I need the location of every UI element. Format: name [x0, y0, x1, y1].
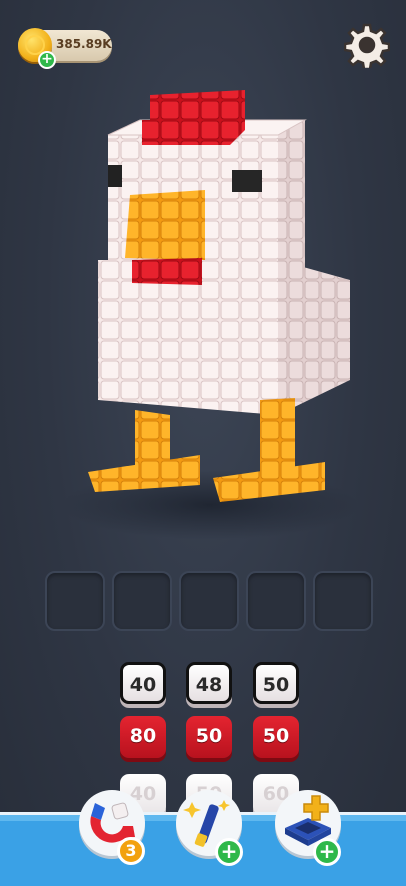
- voxel-chicken-model[interactable]: [80, 80, 370, 520]
- stack-2-top-cube[interactable]: 48: [186, 662, 232, 704]
- stack-1-middle-cube: 80: [120, 716, 166, 758]
- slot-tray: [45, 571, 373, 631]
- stack-2-middle-cube: 50: [186, 716, 232, 758]
- add-slot-add-badge[interactable]: +: [313, 838, 341, 866]
- stack-3-middle-cube: 50: [253, 716, 299, 758]
- currency-amount: 385.89K: [56, 37, 112, 51]
- empty-slot: [313, 571, 373, 631]
- empty-slot: [45, 571, 105, 631]
- gear-icon[interactable]: [344, 22, 390, 68]
- add-currency-button[interactable]: +: [38, 51, 56, 69]
- stack-3-top-cube[interactable]: 50: [253, 662, 299, 704]
- wand-add-badge[interactable]: +: [215, 838, 243, 866]
- empty-slot: [179, 571, 239, 631]
- empty-slot: [246, 571, 306, 631]
- magnet-count-badge: 3: [117, 837, 145, 865]
- stack-1-top-cube[interactable]: 40: [120, 662, 166, 704]
- empty-slot: [112, 571, 172, 631]
